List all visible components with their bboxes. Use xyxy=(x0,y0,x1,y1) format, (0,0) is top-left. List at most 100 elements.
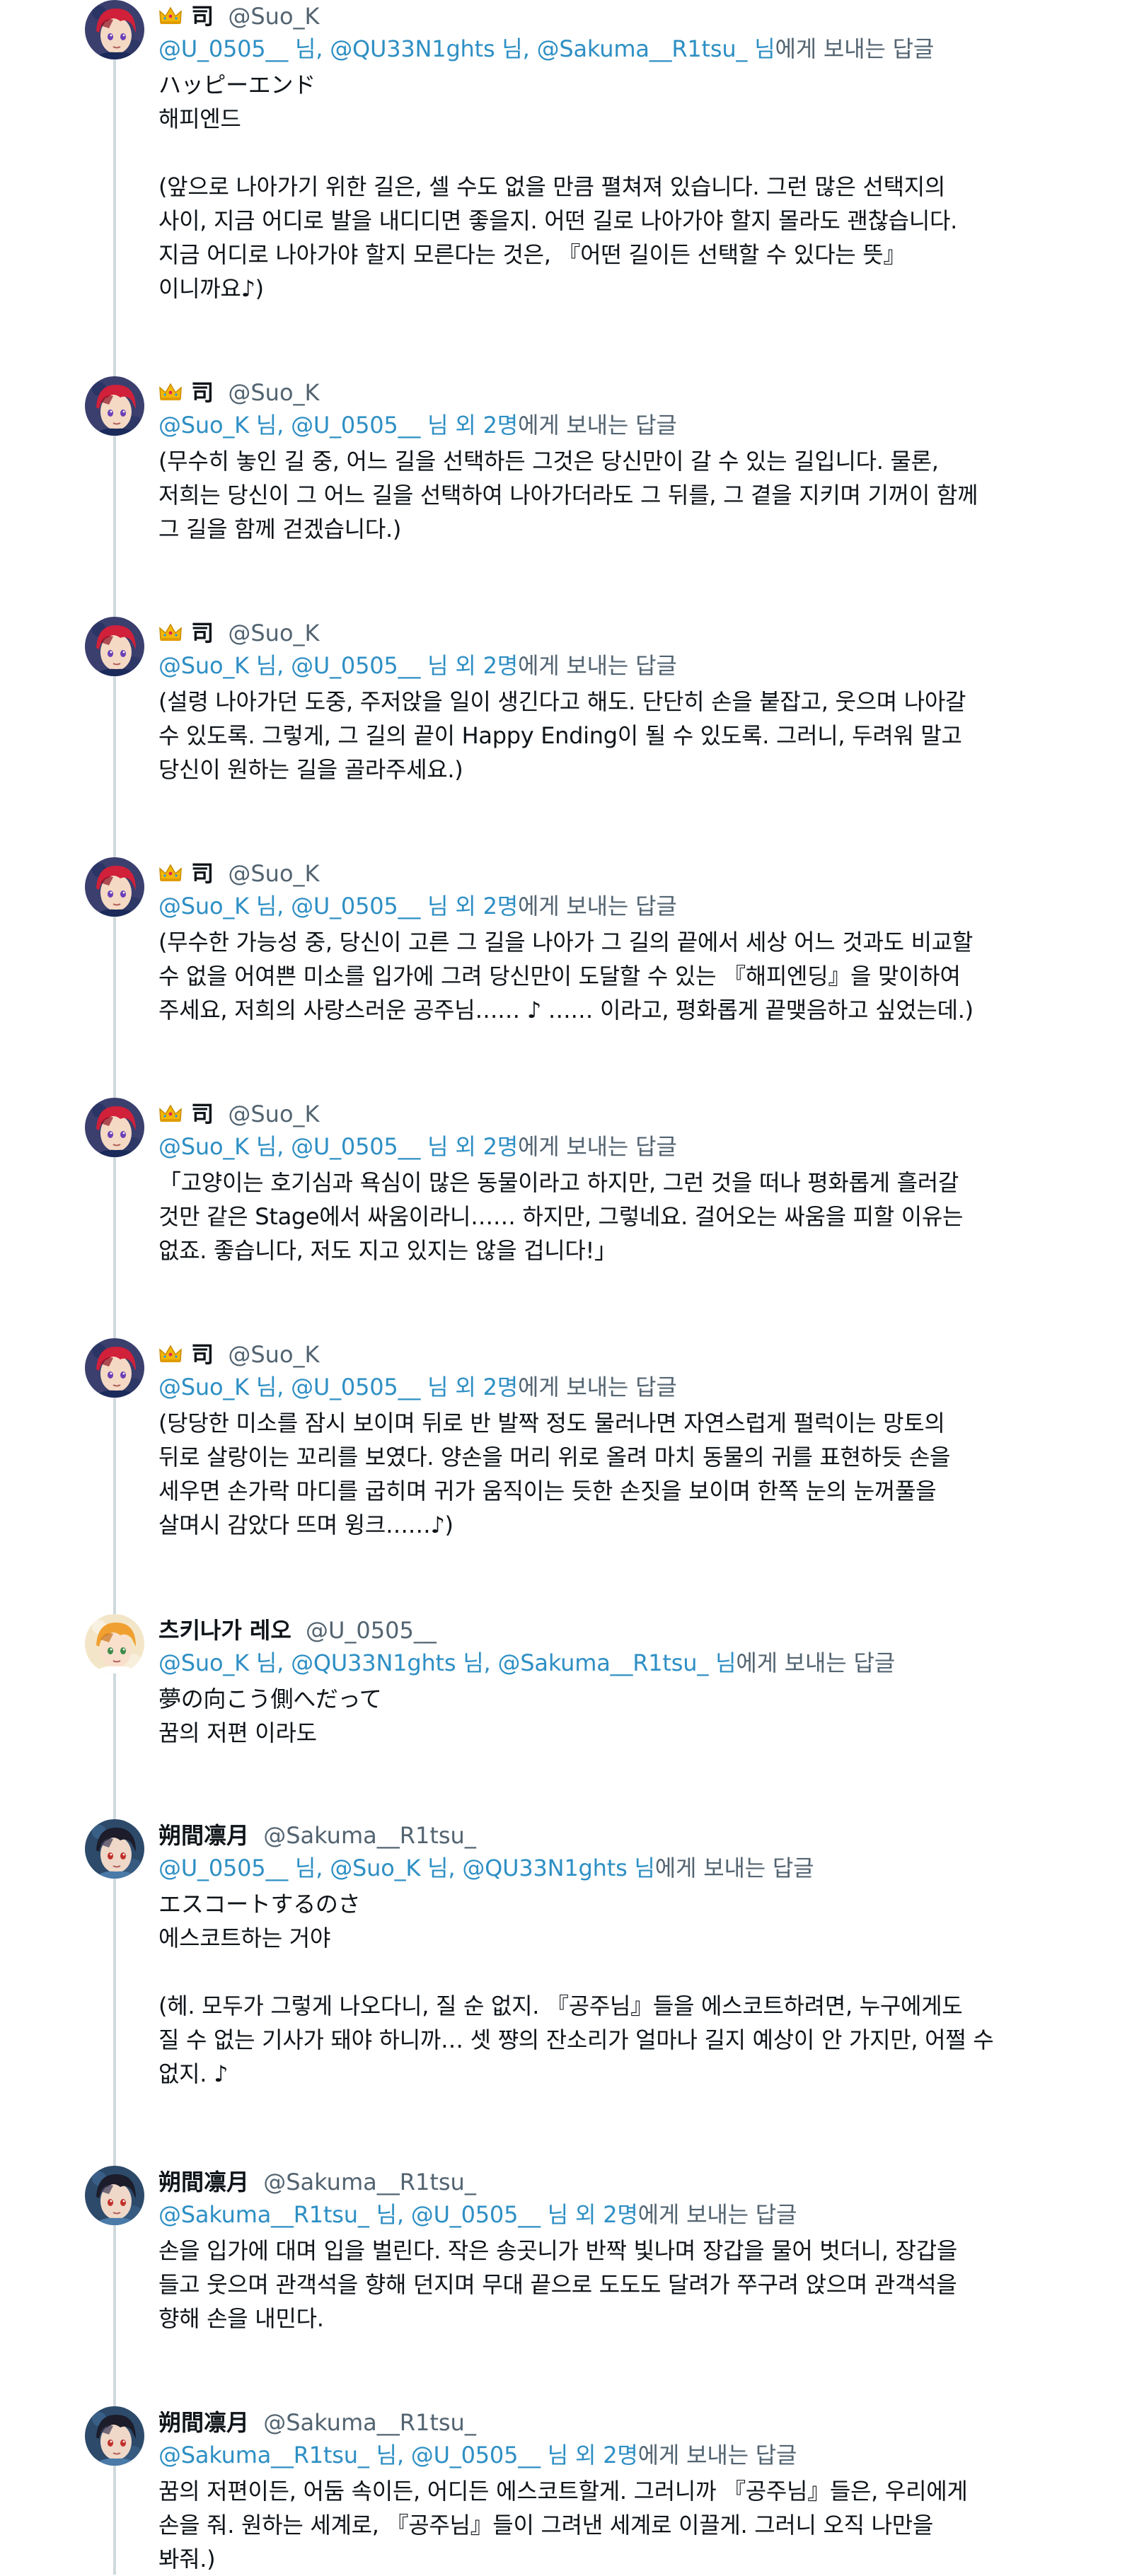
tweet-header: 朔間凛月 @Sakuma__R1tsu_ xyxy=(158,2166,1050,2198)
reply-mentions-link[interactable]: @Suo_K 님, @U_0505__ 님 외 2명 xyxy=(158,1133,518,1160)
tweet-text-line: 손을 입가에 대며 입을 벌린다. 작은 송곳니가 반짝 빛나며 장갑을 물어 … xyxy=(158,2237,957,2264)
tweet-text: 夢の向こう側へだって 꿈의 저편 이라도 xyxy=(158,1682,1050,1750)
reply-mentions-link[interactable]: @Suo_K 님, @QU33N1ghts 님, @Sakuma__R1tsu_… xyxy=(158,1649,737,1676)
user-handle[interactable]: @Suo_K xyxy=(228,1341,319,1368)
user-handle[interactable]: @Suo_K xyxy=(228,860,319,887)
tweet-text-line: (앞으로 나아가기 위한 길은, 셀 수도 없을 만큼 펼쳐져 있습니다. 그런… xyxy=(158,173,946,200)
crown-icon xyxy=(158,378,183,400)
crown-icon xyxy=(158,1340,183,1362)
dark-hair-avatar[interactable] xyxy=(85,2406,144,2466)
display-name[interactable]: 朔間凛月 xyxy=(158,2409,249,2436)
tweet-header: 朔間凛月 @Sakuma__R1tsu_ xyxy=(158,1819,1050,1852)
reply-mentions-link[interactable]: @Suo_K 님, @U_0505__ 님 외 2명 xyxy=(158,1374,518,1400)
user-handle[interactable]: @Sakuma__R1tsu_ xyxy=(263,1822,476,1849)
display-name[interactable]: 司 xyxy=(191,620,214,646)
tweet-text-line: 지금 어디로 나아가야 할지 모른다는 것은, 『어떤 길이든 선택할 수 있다… xyxy=(158,241,906,268)
tweet-text-line: 이니까요♪) xyxy=(158,275,264,302)
reply-thread: 司 @Suo_K @U_0505__ 님, @QU33N1ghts 님, @Sa… xyxy=(0,0,1132,2575)
reply-mentions-link[interactable]: @Suo_K 님, @U_0505__ 님 외 2명 xyxy=(158,893,518,919)
reply-context: @Sakuma__R1tsu_ 님, @U_0505__ 님 외 2명에게 보내… xyxy=(158,2439,1050,2471)
tweet-header: 司 @Suo_K xyxy=(158,857,1050,890)
reply-context: @Suo_K 님, @QU33N1ghts 님, @Sakuma__R1tsu_… xyxy=(158,1647,1050,1679)
red-hair-avatar[interactable] xyxy=(85,0,144,59)
reply-context-suffix: 에게 보내는 답글 xyxy=(517,1133,677,1160)
reply-context: @Suo_K 님, @U_0505__ 님 외 2명에게 보내는 답글 xyxy=(158,409,1050,441)
display-name[interactable]: 朔間凛月 xyxy=(158,2169,249,2195)
tweet-text: (무수히 놓인 길 중, 어느 길을 선택하든 그것은 당신만이 갈 수 있는 … xyxy=(158,444,1050,546)
display-name[interactable]: 朔間凛月 xyxy=(158,1822,249,1849)
display-name[interactable]: 츠키나가 레오 xyxy=(158,1617,291,1644)
user-handle[interactable]: @Sakuma__R1tsu_ xyxy=(263,2169,476,2195)
display-name[interactable]: 司 xyxy=(191,860,214,887)
reply-context-suffix: 에게 보내는 답글 xyxy=(775,35,935,62)
tweet-header: 司 @Suo_K xyxy=(158,376,1050,409)
tweet-text: (당당한 미소를 잠시 보이며 뒤로 반 발짝 정도 물러나면 자연스럽게 펄럭… xyxy=(158,1406,1050,1542)
tweet-text: (설령 나아가던 도중, 주저앉을 일이 생긴다고 해도. 단단히 손을 붙잡고… xyxy=(158,685,1050,787)
tweet-text-line: (당당한 미소를 잠시 보이며 뒤로 반 발짝 정도 물러나면 자연스럽게 펄럭… xyxy=(158,1410,945,1437)
tweet-body: 司 @Suo_K @Suo_K 님, @U_0505__ 님 외 2명에게 보내… xyxy=(158,376,1050,546)
user-handle[interactable]: @Suo_K xyxy=(228,620,319,646)
crown-icon xyxy=(158,1099,183,1122)
reply-mentions-link[interactable]: @U_0505__ 님, @QU33N1ghts 님, @Sakuma__R1t… xyxy=(158,35,775,62)
tweet-text-line: 「고양이는 호기심과 욕심이 많은 동물이라고 하지만, 그런 것을 떠나 평화… xyxy=(158,1169,959,1196)
user-handle[interactable]: @Suo_K xyxy=(228,379,319,406)
tweet-text-line: 손을 줘. 원하는 세계로, 『공주님』들이 그려낸 세계로 이끌게. 그러니 … xyxy=(158,2512,934,2539)
tweet-text: エスコートするのさ 에스코트하는 거야 (헤. 모두가 그렇게 나오다니, 질 순 … xyxy=(158,1887,1050,2091)
reply-mentions-link[interactable]: @Sakuma__R1tsu_ 님, @U_0505__ 님 외 2명 xyxy=(158,2442,638,2468)
tweet-text: 손을 입가에 대며 입을 벌린다. 작은 송곳니가 반짝 빛나며 장갑을 물어 … xyxy=(158,2234,1050,2336)
tweet-body: 司 @Suo_K @Suo_K 님, @U_0505__ 님 외 2명에게 보내… xyxy=(158,857,1050,1027)
tweet-text: ハッピーエンド 해피엔드 (앞으로 나아가기 위한 길은, 셀 수도 없을 만큼 펼… xyxy=(158,68,1050,306)
dark-hair-avatar[interactable] xyxy=(85,2166,144,2225)
red-hair-avatar[interactable] xyxy=(85,857,144,917)
tweet-body: 司 @Suo_K @U_0505__ 님, @QU33N1ghts 님, @Sa… xyxy=(158,0,1050,306)
orange-hair-avatar[interactable] xyxy=(85,1614,144,1673)
user-handle[interactable]: @Suo_K xyxy=(228,3,319,30)
reply-context: @Sakuma__R1tsu_ 님, @U_0505__ 님 외 2명에게 보내… xyxy=(158,2198,1050,2231)
display-name[interactable]: 司 xyxy=(191,1341,214,1368)
tweet-text-line: (무수히 놓인 길 중, 어느 길을 선택하든 그것은 당신만이 갈 수 있는 … xyxy=(158,448,939,475)
tweet-text-line: 세우면 손가락 마디를 굽히며 귀가 움직이는 듯한 손짓을 보이며 한쪽 눈의… xyxy=(158,1478,937,1504)
tweet-text-line: ハッピーエンド xyxy=(158,71,316,98)
red-hair-avatar[interactable] xyxy=(85,376,144,436)
reply-context-suffix: 에게 보내는 답글 xyxy=(736,1649,895,1676)
tweet-header: 츠키나가 레오 @U_0505__ xyxy=(158,1614,1050,1647)
tweet-text-line: 살며시 감았다 뜨며 윙크……♪) xyxy=(158,1512,454,1538)
red-hair-avatar[interactable] xyxy=(85,617,144,676)
tweet-text-line: 없지. ♪ xyxy=(158,2060,229,2087)
reply-mentions-link[interactable]: @Suo_K 님, @U_0505__ 님 외 2명 xyxy=(158,652,518,679)
reply-context-suffix: 에게 보내는 답글 xyxy=(517,412,677,439)
red-hair-avatar[interactable] xyxy=(85,1338,144,1398)
display-name[interactable]: 司 xyxy=(191,379,214,406)
display-name[interactable]: 司 xyxy=(191,1101,214,1127)
reply-context-suffix: 에게 보내는 답글 xyxy=(517,1374,677,1400)
reply-context: @Suo_K 님, @U_0505__ 님 외 2명에게 보내는 답글 xyxy=(158,649,1050,682)
reply-context: @Suo_K 님, @U_0505__ 님 외 2명에게 보내는 답글 xyxy=(158,890,1050,922)
tweet-text: 꿈의 저편이든, 어둠 속이든, 어디든 에스코트할게. 그러니까 『공주님』들… xyxy=(158,2474,1050,2576)
dark-hair-avatar[interactable] xyxy=(85,1819,144,1879)
tweet-body: 司 @Suo_K @Suo_K 님, @U_0505__ 님 외 2명에게 보내… xyxy=(158,1098,1050,1267)
tweet-body: 朔間凛月 @Sakuma__R1tsu_ @Sakuma__R1tsu_ 님, … xyxy=(158,2406,1050,2576)
red-hair-avatar[interactable] xyxy=(85,1098,144,1157)
tweet-text-line: 것만 같은 Stage에서 싸움이라니…… 하지만, 그렇네요. 걸어오는 싸움… xyxy=(158,1203,964,1230)
tweet-text-line: (헤. 모두가 그렇게 나오다니, 질 순 없지. 『공주님』들을 에스코트하려… xyxy=(158,1992,963,2019)
reply-mentions-link[interactable]: @Suo_K 님, @U_0505__ 님 외 2명 xyxy=(158,412,518,439)
tweet-body: 츠키나가 레오 @U_0505__ @Suo_K 님, @QU33N1ghts … xyxy=(158,1614,1050,1750)
tweet-text-line: 사이, 지금 어디로 발을 내디디면 좋을지. 어떤 길로 나아가야 할지 몰라… xyxy=(158,207,957,234)
reply-mentions-link[interactable]: @U_0505__ 님, @Suo_K 님, @QU33N1ghts 님 xyxy=(158,1855,655,1881)
reply-context: @Suo_K 님, @U_0505__ 님 외 2명에게 보내는 답글 xyxy=(158,1130,1050,1163)
tweet-text: 「고양이는 호기심과 욕심이 많은 동물이라고 하지만, 그런 것을 떠나 평화… xyxy=(158,1166,1050,1267)
user-handle[interactable]: @Sakuma__R1tsu_ xyxy=(263,2409,476,2436)
tweet-text-line: 들고 웃으며 관객석을 향해 던지며 무대 끝으로 도도도 달려가 쭈구려 앉으… xyxy=(158,2271,957,2298)
reply-mentions-link[interactable]: @Sakuma__R1tsu_ 님, @U_0505__ 님 외 2명 xyxy=(158,2201,638,2228)
tweet-header: 司 @Suo_K xyxy=(158,1338,1050,1371)
tweet-body: 司 @Suo_K @Suo_K 님, @U_0505__ 님 외 2명에게 보내… xyxy=(158,1338,1050,1542)
user-handle[interactable]: @U_0505__ xyxy=(306,1617,437,1644)
display-name[interactable]: 司 xyxy=(191,3,214,30)
reply-context-suffix: 에게 보내는 답글 xyxy=(654,1855,814,1881)
tweet-text-line: 봐줘.) xyxy=(158,2546,216,2572)
user-handle[interactable]: @Suo_K xyxy=(228,1101,319,1127)
tweet-text: (무수한 가능성 중, 당신이 고른 그 길을 나아가 그 길의 끝에서 세상 … xyxy=(158,925,1050,1027)
tweet-body: 朔間凛月 @Sakuma__R1tsu_ @Sakuma__R1tsu_ 님, … xyxy=(158,2166,1050,2336)
